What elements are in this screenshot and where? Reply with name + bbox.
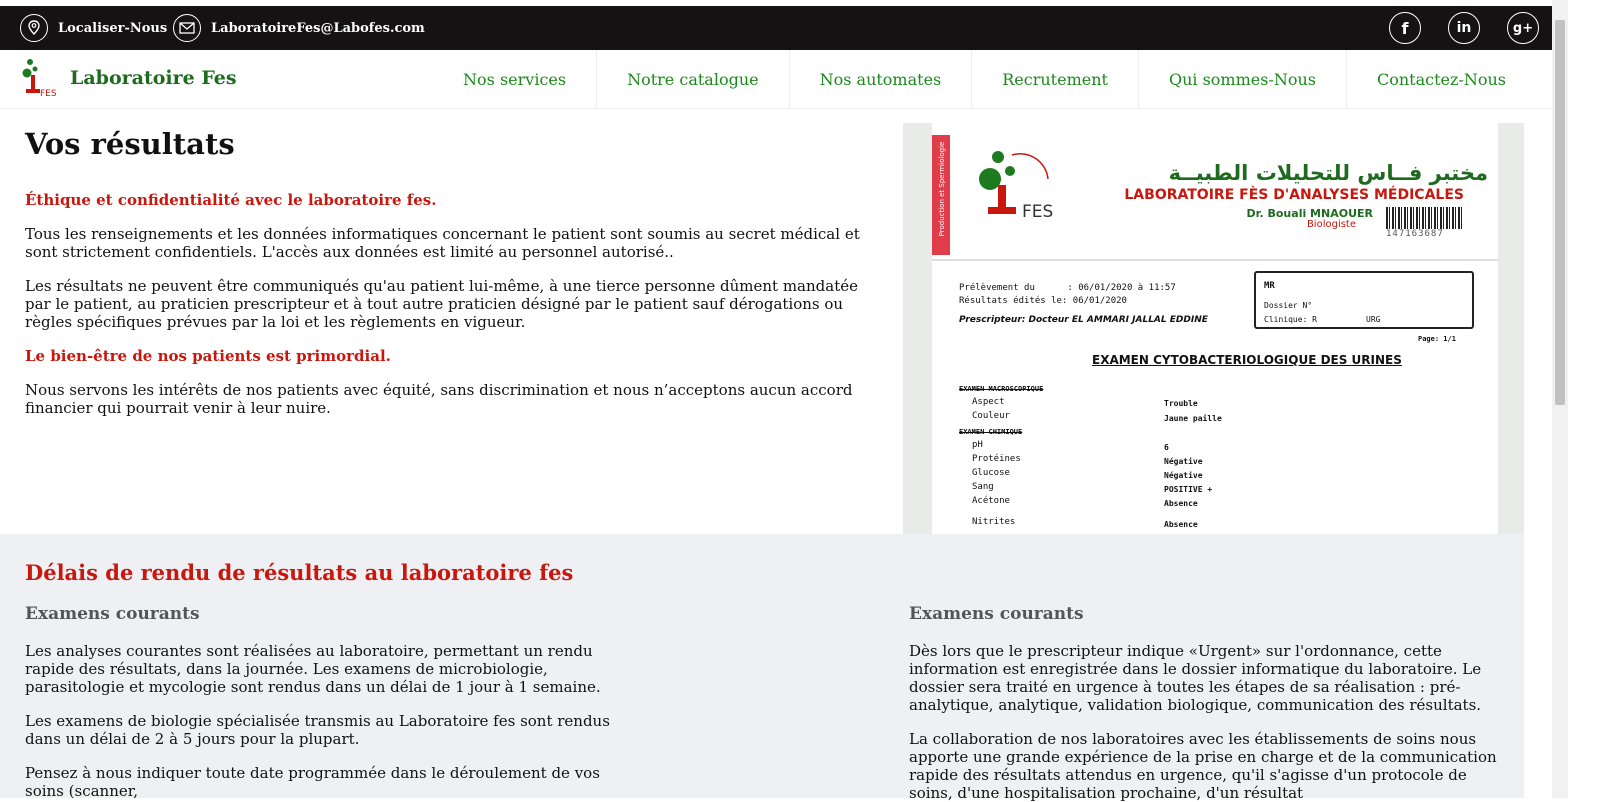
report-row-label: Acétone xyxy=(972,496,1010,506)
nav-catalogue[interactable]: Notre catalogue xyxy=(596,50,789,108)
report-row-label: Protéines xyxy=(972,454,1021,464)
report-row-value: Négative xyxy=(1164,471,1203,480)
report-role: Biologiste xyxy=(1306,219,1356,230)
report-dot-leaders xyxy=(1030,397,1150,527)
report-row-value: Absence xyxy=(1164,499,1198,508)
locate-label: Localiser-Nous xyxy=(58,20,168,36)
nav-recrutement[interactable]: Recrutement xyxy=(971,50,1138,108)
report-logo: FES xyxy=(979,151,1053,222)
brand-link[interactable]: FES Laboratoire Fes xyxy=(22,58,237,98)
right-heading: Examens courants xyxy=(909,604,1084,624)
brand-name: Laboratoire Fes xyxy=(70,67,237,89)
delays-right-column: Examens courants Dès lors que le prescri… xyxy=(909,604,1504,802)
patient-clinique-code: URG xyxy=(1366,315,1381,324)
equity-paragraph: Nous servons les intérêts de nos patient… xyxy=(25,381,853,417)
report-row-label: Glucose xyxy=(972,468,1010,478)
email-link[interactable]: LaboratoireFes@Labofes.com xyxy=(173,12,425,44)
top-contact-bar: Localiser-Nous LaboratoireFes@Labofes.co… xyxy=(0,6,1552,50)
report-row-value: Négative xyxy=(1164,457,1203,466)
page-scrollbar[interactable] xyxy=(1552,0,1568,798)
location-pin-icon xyxy=(20,14,48,42)
laboratory-logo: FES xyxy=(22,59,56,98)
wellbeing-heading: Le bien-être de nos patients est primord… xyxy=(25,347,391,365)
svg-text:FES: FES xyxy=(1022,202,1053,222)
report-row-value: Jaune paille xyxy=(1164,414,1222,423)
facebook-icon[interactable]: f xyxy=(1389,12,1421,44)
nav-about[interactable]: Qui sommes-Nous xyxy=(1137,50,1346,108)
report-row-value: Absence xyxy=(1164,520,1198,529)
locate-link[interactable]: Localiser-Nous xyxy=(20,12,167,44)
ethics-paragraph: Tous les renseignements et les données i… xyxy=(25,225,860,261)
report-section-chimique: EXAMEN CHIMIQUE xyxy=(959,428,1023,436)
report-lab-name: LABORATOIRE FÈS D'ANALYSES MÉDICALES xyxy=(1124,187,1464,203)
google-plus-icon[interactable]: g+ xyxy=(1507,12,1539,44)
delays-title: Délais de rendu de résultats au laborato… xyxy=(25,560,574,585)
left-paragraph: Pensez à nous indiquer toute date progra… xyxy=(25,764,600,800)
report-row-label: Nitrites xyxy=(972,517,1016,527)
report-resultats-date: Résultats édités le: 06/01/2020 xyxy=(959,296,1127,306)
left-paragraph: Les examens de biologie spécialisée tran… xyxy=(25,712,610,748)
sample-report-image: Production et Spermiologie FES مختبر فــ… xyxy=(903,123,1524,534)
patient-box: MR Dossier N° Clinique: R URG xyxy=(1254,271,1474,329)
patient-dossier: Dossier N° xyxy=(1264,301,1313,310)
main-navbar: FES Laboratoire Fes Nos services Notre c… xyxy=(0,50,1552,109)
report-row-value: POSITIVE + xyxy=(1164,485,1213,494)
report-row-value: Trouble xyxy=(1164,399,1198,408)
report-row-label: Sang xyxy=(972,482,994,492)
right-paragraph: Dès lors que le prescripteur indique «Ur… xyxy=(909,642,1482,714)
svg-text:FES: FES xyxy=(40,89,56,98)
email-address: LaboratoireFes@Labofes.com xyxy=(211,20,425,36)
delays-left-column: Examens courants Les analyses courantes … xyxy=(25,604,615,800)
nav-contact[interactable]: Contactez-Nous xyxy=(1346,50,1536,108)
linkedin-icon[interactable]: in xyxy=(1448,12,1480,44)
communication-paragraph: Les résultats ne peuvent être communiqué… xyxy=(25,277,858,331)
envelope-icon xyxy=(173,14,201,42)
report-row-value: 6 xyxy=(1164,443,1169,452)
report-side-label: Production et Spermiologie xyxy=(938,141,946,237)
results-section: Vos résultats Éthique et confidentialité… xyxy=(0,109,1524,534)
patient-clinique: Clinique: R xyxy=(1264,315,1317,324)
report-page: Page: 1/1 xyxy=(1418,335,1456,343)
report-row-label: pH xyxy=(972,440,983,450)
report-arabic-name: مختبر فــاس للتحليلات الطبيــة xyxy=(1168,161,1488,185)
left-heading: Examens courants xyxy=(25,604,200,624)
results-text: Éthique et confidentialité avec le labor… xyxy=(25,191,875,417)
barcode-icon xyxy=(1386,207,1462,229)
page-title: Vos résultats xyxy=(25,127,235,161)
scrollbar-thumb[interactable] xyxy=(1555,20,1565,405)
report-divider xyxy=(932,259,1498,261)
nav-automates[interactable]: Nos automates xyxy=(788,50,972,108)
nav-menu: Nos services Notre catalogue Nos automat… xyxy=(433,50,1536,108)
report-section-macro: EXAMEN MACROSCOPIQUE xyxy=(959,385,1044,393)
report-prescripteur: Prescripteur: Docteur EL AMMARI JALLAL E… xyxy=(959,315,1208,325)
left-paragraph: Les analyses courantes sont réalisées au… xyxy=(25,642,601,696)
report-exam-title: EXAMEN CYTOBACTERIOLOGIQUE DES URINES xyxy=(1092,353,1402,367)
lab-report: Production et Spermiologie FES مختبر فــ… xyxy=(932,123,1498,534)
report-row-label: Couleur xyxy=(972,411,1010,421)
report-row-label: Aspect xyxy=(972,397,1005,407)
patient-name: MR xyxy=(1264,281,1275,291)
right-paragraph: La collaboration de nos laboratoires ave… xyxy=(909,730,1497,802)
report-prelevement: Prélèvement du : 06/01/2020 à 11:57 xyxy=(959,283,1176,293)
report-barcode-number: 147163687 xyxy=(1386,229,1444,239)
ethics-heading: Éthique et confidentialité avec le labor… xyxy=(25,191,437,209)
nav-services[interactable]: Nos services xyxy=(433,50,596,108)
delays-section: Délais de rendu de résultats au laborato… xyxy=(0,534,1524,802)
